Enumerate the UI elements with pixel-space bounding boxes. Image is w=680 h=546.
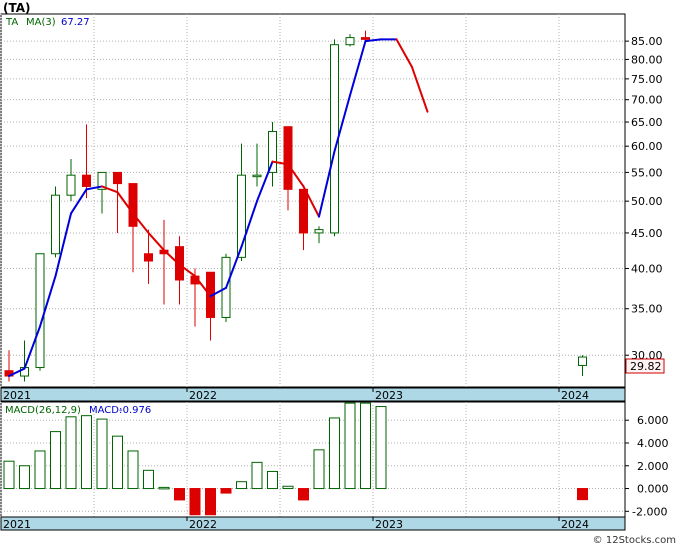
candle-body [128,183,138,227]
legend-symbol: TA [5,17,18,28]
macd-x-tick-label: 2023 [375,518,403,531]
macd-bar [298,488,309,501]
price-y-tick-label: 45.00 [631,227,663,240]
legend-ma-value: 67.27 [61,17,90,28]
candle-body [578,356,587,366]
candle-body [144,253,153,262]
macd-y-tick-label: 6.000 [637,414,669,427]
candle-body [82,174,91,187]
macd-bar [251,461,263,490]
macd-y-tick-label: -2.000 [632,505,667,518]
macd-bar [282,485,294,490]
macd-bar [112,435,123,490]
macd-bar [360,402,371,490]
macd-bar [143,469,154,490]
price-y-tick-label: 70.00 [631,94,663,107]
macd-bar [65,416,77,490]
candle-body [252,174,262,178]
macd-bar [344,402,356,490]
candle-body [283,126,293,190]
macd-bar [81,415,92,490]
price-x-tick-label: 2022 [189,389,217,402]
candle-body [299,188,308,234]
macd-bar [174,488,185,501]
legend-macd-value: -0.976 [119,405,151,416]
price-x-axis-band [0,387,626,402]
price-y-tick-label: 65.00 [631,116,663,129]
price-y-axis: 30.0035.0040.0045.0050.0055.0060.0065.00… [625,35,663,362]
price-y-tick-label: 60.00 [631,140,663,153]
chart-title: (TA) [3,1,31,15]
macd-bar [127,450,139,490]
macd-bar [50,431,61,490]
last-price-value: 29.82 [630,360,662,373]
price-y-tick-label: 35.00 [631,303,663,316]
last-price-label: 29.82 [625,358,665,374]
macd-y-axis: -2.000 0.000 2.000 4.000 6.000 [625,414,669,518]
macd-bar [189,488,201,516]
macd-bar [158,486,170,490]
macd-bar [236,481,247,490]
macd-y-tick-label: 0.000 [637,483,669,496]
price-x-tick-label: 2021 [3,389,31,402]
candle-body [66,174,76,196]
candle-body [345,37,355,46]
stock-chart: (TA) 30.0035.0040.0045.0050.0055.0060.00… [0,1,676,546]
candle-body [35,253,45,369]
price-legend: TA MA(3) 67.27 [5,17,90,28]
price-y-tick-label: 50.00 [631,195,663,208]
macd-y-tick-label: 2.000 [637,460,669,473]
macd-x-axis-band [0,516,626,531]
macd-x-tick-label: 2024 [561,518,589,531]
macd-bar [329,417,340,490]
legend-macd-label: MACD(26,12,9) [5,405,81,416]
macd-x-tick-label: 2021 [3,518,31,531]
legend-macd-value-label: MACD: [89,405,122,416]
price-y-tick-label: 75.00 [631,73,663,86]
candle-body [113,171,122,185]
price-x-tick-label: 2023 [375,389,403,402]
macd-bar [3,460,15,490]
candle-body [361,37,370,40]
macd-panel: -2.000 0.000 2.000 4.000 6.000 MACD(26,12,9)… [0,401,669,518]
price-y-tick-label: 40.00 [631,262,663,275]
candle-body [314,229,324,234]
macd-bar [34,450,46,490]
price-x-tick-label: 2024 [561,389,589,402]
macd-bar [313,449,325,490]
macd-plot-frame [0,401,626,518]
candle-body [51,194,60,255]
macd-bar [220,488,232,494]
legend-ma-label: MA(3) [26,17,56,28]
price-y-tick-label: 85.00 [631,35,663,48]
macd-x-tick-label: 2022 [189,518,217,531]
macd-bar [375,406,387,490]
macd-bar [577,488,588,501]
macd-y-tick-label: 4.000 [637,437,669,450]
price-y-tick-label: 55.00 [631,166,663,179]
macd-bar [205,488,216,516]
macd-bar [19,465,30,490]
macd-bar [267,470,278,490]
macd-bar [96,418,108,490]
price-panel: 30.0035.0040.0045.0050.0055.0060.0065.00… [0,13,665,388]
macd-legend: MACD(26,12,9) MACD: -0.976 [5,405,151,416]
price-y-tick-label: 80.00 [631,53,663,66]
price-plot-frame [0,13,626,388]
footer-credit: © 12Stocks.com [593,535,676,546]
